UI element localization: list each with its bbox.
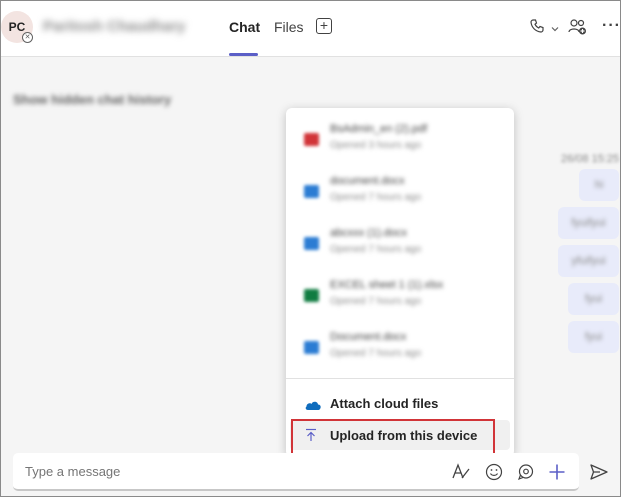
chevron-down-icon[interactable] (550, 21, 560, 39)
format-icon[interactable] (451, 463, 471, 486)
active-tab-indicator (229, 53, 258, 56)
presence-status-icon: ✕ (22, 32, 33, 43)
recent-file-item[interactable]: document.docx Opened 7 hours ago (296, 169, 506, 215)
loop-component-icon[interactable] (517, 463, 535, 486)
teams-chat-window: PC ✕ Paritosh Chaudhary Chat Files + ···… (0, 0, 621, 497)
excel-icon (304, 289, 319, 302)
file-name: document.docx (330, 175, 405, 187)
message-text: yfuifyui (571, 255, 606, 267)
file-opened-time: Opened 7 hours ago (330, 296, 422, 307)
emoji-icon[interactable] (485, 463, 503, 486)
message-input[interactable] (25, 464, 325, 479)
file-opened-time: Opened 7 hours ago (330, 244, 422, 255)
attach-menu: BsAdmin_en (2).pdf Opened 3 hours ago do… (286, 108, 514, 457)
contact-name[interactable]: Paritosh Chaudhary (43, 18, 186, 35)
avatar-initials: PC (8, 20, 26, 34)
attach-cloud-files-button[interactable]: Attach cloud files (290, 388, 510, 418)
attach-plus-icon[interactable] (548, 463, 566, 486)
annotation-highlight-box (291, 419, 495, 456)
file-name: Document.docx (330, 331, 407, 343)
message-text: fyuifyui (571, 217, 606, 229)
message-bubble[interactable]: hi (579, 169, 619, 201)
recent-file-item[interactable]: Document.docx Opened 7 hours ago (296, 325, 506, 371)
chat-header: PC ✕ Paritosh Chaudhary Chat Files + ··· (1, 1, 620, 57)
message-bubble[interactable]: fyui (568, 283, 619, 315)
file-opened-time: Opened 3 hours ago (330, 140, 422, 151)
file-name: abcxxx (1).docx (330, 227, 408, 239)
file-name: EXCEL sheet 1 (1).xlsx (330, 279, 444, 291)
send-icon[interactable] (589, 463, 609, 486)
recent-file-item[interactable]: BsAdmin_en (2).pdf Opened 3 hours ago (296, 117, 506, 163)
more-options-icon[interactable]: ··· (602, 17, 620, 35)
menu-divider (286, 378, 514, 379)
message-bubble[interactable]: yfuifyui (558, 245, 619, 277)
show-hidden-history-link[interactable]: Show hidden chat history (13, 92, 171, 107)
recent-file-item[interactable]: EXCEL sheet 1 (1).xlsx Opened 7 hours ag… (296, 273, 506, 319)
add-tab-icon[interactable]: + (316, 18, 332, 34)
message-text: fyui (584, 293, 603, 305)
message-bubble[interactable]: fyui (568, 321, 619, 353)
attach-cloud-files-label: Attach cloud files (330, 396, 439, 411)
compose-box[interactable] (13, 453, 579, 491)
message-text: hi (594, 179, 604, 191)
tab-files[interactable]: Files (274, 19, 304, 35)
add-people-icon[interactable] (568, 18, 588, 41)
word-icon (304, 185, 319, 198)
word-icon (304, 237, 319, 250)
word-icon (304, 341, 319, 354)
file-name: BsAdmin_en (2).pdf (330, 123, 428, 135)
message-bubble[interactable]: fyuifyui (558, 207, 619, 239)
phone-icon[interactable] (529, 18, 545, 39)
onedrive-icon (304, 398, 322, 416)
message-text: fyui (584, 331, 603, 343)
file-opened-time: Opened 7 hours ago (330, 348, 422, 359)
tab-chat[interactable]: Chat (229, 19, 260, 35)
recent-file-item[interactable]: abcxxx (1).docx Opened 7 hours ago (296, 221, 506, 267)
show-hidden-history-label: Show hidden chat history (13, 92, 172, 107)
message-timestamp: 26/08 15:25 (561, 153, 620, 165)
file-opened-time: Opened 7 hours ago (330, 192, 422, 203)
pdf-icon (304, 133, 319, 146)
